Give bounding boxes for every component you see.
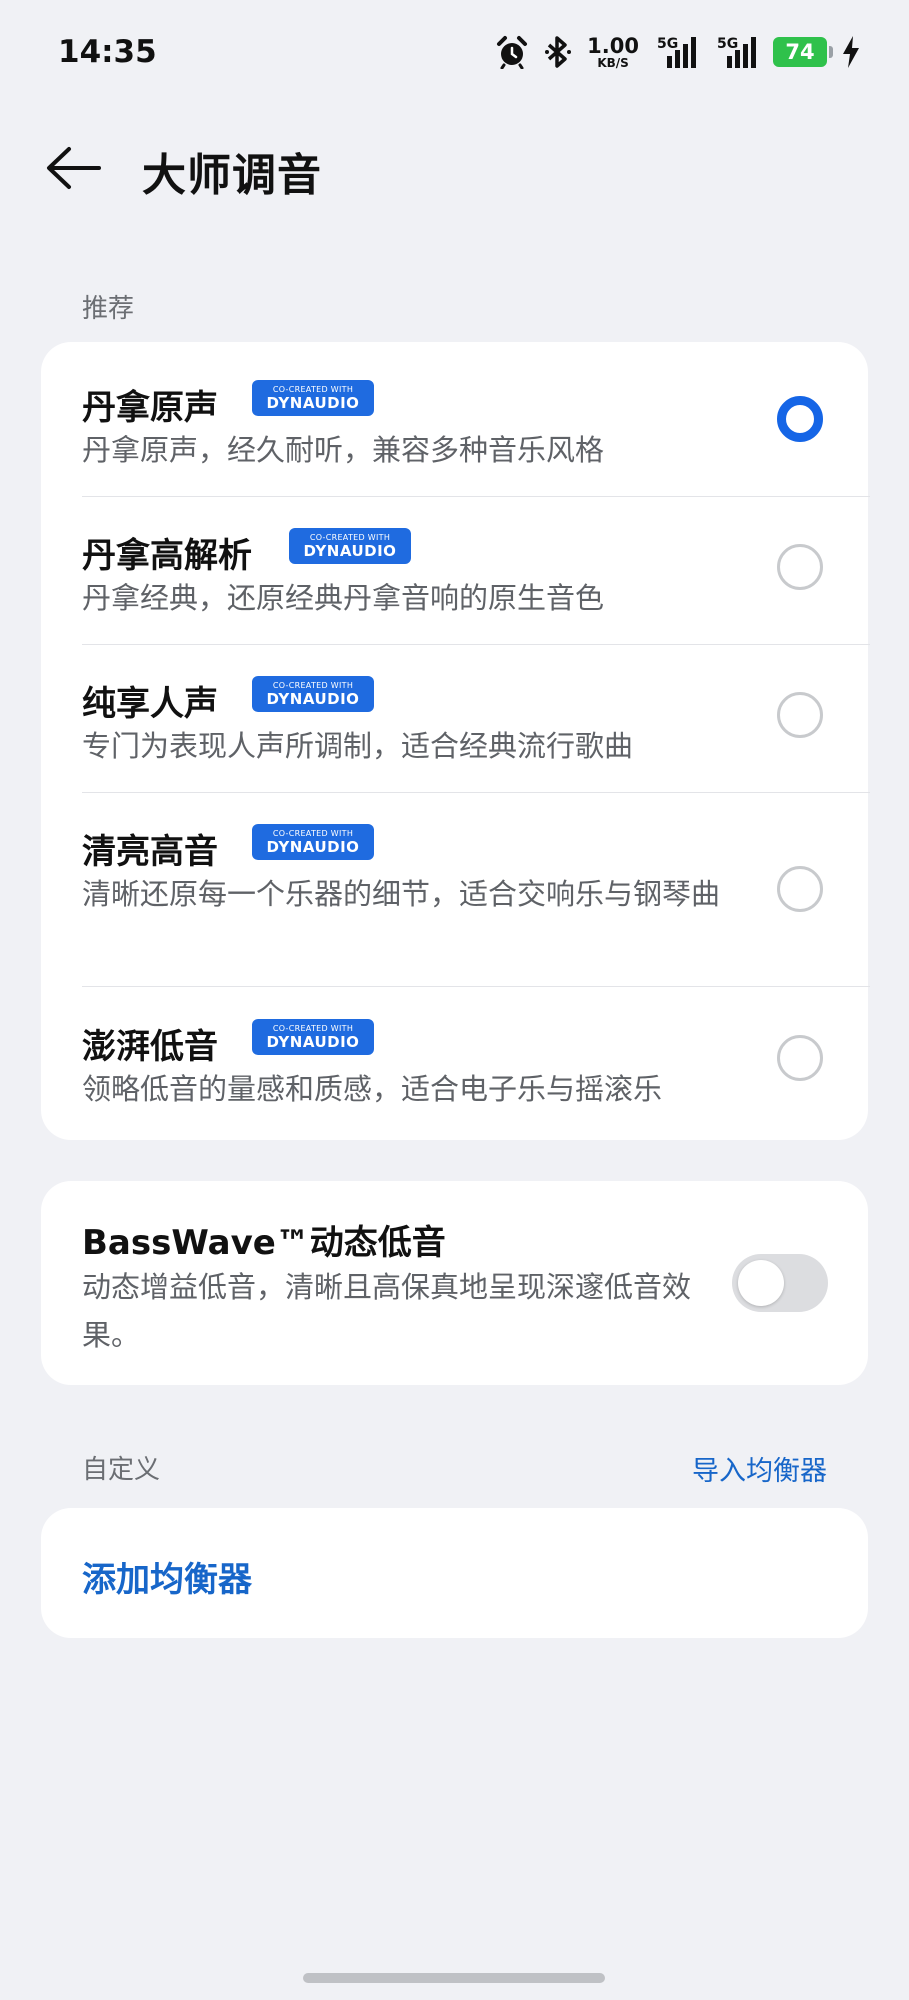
network-speed-value: 1.00 bbox=[587, 33, 639, 58]
dynaudio-badge: CO-CREATED WITH DYNAUDIO bbox=[252, 824, 374, 860]
recommended-card: 丹拿原声 CO-CREATED WITH DYNAUDIO 丹拿原声，经久耐听，… bbox=[41, 342, 870, 1140]
radio-button[interactable] bbox=[777, 544, 823, 590]
preset-title: 纯享人声 bbox=[82, 684, 218, 724]
basswave-desc: 动态增益低音，清晰且高保真地呈现深邃低音效果。 bbox=[82, 1270, 692, 1352]
badge-top-text: CO-CREATED WITH bbox=[272, 384, 354, 394]
signal-label: 5G bbox=[717, 36, 738, 52]
network-speed-unit: KB/S bbox=[597, 55, 629, 70]
page-title: 大师调音 bbox=[142, 150, 322, 201]
add-equalizer-card[interactable]: 添加均衡器 bbox=[41, 1508, 868, 1638]
toggle-knob bbox=[738, 1260, 784, 1306]
radio-button[interactable] bbox=[777, 866, 823, 912]
badge-top-text: CO-CREATED WITH bbox=[309, 532, 391, 542]
status-time: 14:35 bbox=[58, 34, 157, 70]
preset-title: 清亮高音 bbox=[82, 832, 218, 872]
radio-button[interactable] bbox=[777, 1035, 823, 1081]
signal-icon: 5G bbox=[717, 36, 756, 68]
preset-item-clear-treble[interactable]: 清亮高音 CO-CREATED WITH DYNAUDIO 清晰还原每一个乐器的… bbox=[41, 793, 868, 987]
battery-level: 74 bbox=[785, 40, 815, 64]
preset-desc: 领略低音的量感和质感，适合电子乐与摇滚乐 bbox=[82, 1072, 663, 1106]
add-equalizer-button[interactable]: 添加均衡器 bbox=[82, 1552, 252, 1601]
radio-button[interactable] bbox=[777, 692, 823, 738]
preset-title: 澎湃低音 bbox=[82, 1027, 218, 1067]
dynaudio-badge: CO-CREATED WITH DYNAUDIO bbox=[252, 676, 374, 712]
basswave-title: BassWave™动态低音 bbox=[82, 1223, 446, 1263]
basswave-card: BassWave™动态低音 动态增益低音，清晰且高保真地呈现深邃低音效果。 bbox=[41, 1181, 868, 1385]
badge-main-text: DYNAUDIO bbox=[266, 837, 360, 856]
preset-desc: 丹拿经典，还原经典丹拿音响的原生音色 bbox=[82, 581, 605, 615]
import-equalizer-link[interactable]: 导入均衡器 bbox=[692, 1449, 827, 1488]
preset-desc: 丹拿原声，经久耐听，兼容多种音乐风格 bbox=[82, 433, 605, 467]
preset-item-powerful-bass[interactable]: 澎湃低音 CO-CREATED WITH DYNAUDIO 领略低音的量感和质感… bbox=[41, 987, 868, 1140]
badge-top-text: CO-CREATED WITH bbox=[272, 1023, 354, 1033]
dynaudio-badge: CO-CREATED WITH DYNAUDIO bbox=[252, 380, 374, 416]
bluetooth-icon bbox=[545, 36, 572, 68]
status-icons: 1.00 KB/S 5G 5G 74 bbox=[495, 30, 861, 74]
section-label-custom: 自定义 bbox=[82, 1455, 161, 1485]
charging-icon bbox=[843, 36, 859, 68]
badge-top-text: CO-CREATED WITH bbox=[272, 828, 354, 838]
preset-title: 丹拿高解析 bbox=[82, 536, 252, 576]
dynaudio-badge: CO-CREATED WITH DYNAUDIO bbox=[252, 1019, 374, 1055]
preset-item-pure-vocal[interactable]: 纯享人声 CO-CREATED WITH DYNAUDIO 专门为表现人声所调制… bbox=[41, 645, 868, 793]
badge-top-text: CO-CREATED WITH bbox=[272, 680, 354, 690]
network-speed: 1.00 KB/S bbox=[587, 33, 639, 70]
back-button[interactable] bbox=[38, 140, 108, 196]
badge-main-text: DYNAUDIO bbox=[266, 689, 360, 708]
radio-button-selected[interactable] bbox=[777, 396, 823, 442]
preset-item-dynaudio-hires[interactable]: 丹拿高解析 CO-CREATED WITH DYNAUDIO 丹拿经典，还原经典… bbox=[41, 497, 868, 645]
preset-desc: 清晰还原每一个乐器的细节，适合交响乐与钢琴曲 bbox=[82, 877, 721, 911]
battery-cap bbox=[829, 46, 833, 58]
signal-icon: 5G bbox=[657, 36, 696, 68]
badge-main-text: DYNAUDIO bbox=[266, 1032, 360, 1051]
preset-title: 丹拿原声 bbox=[82, 388, 218, 428]
back-arrow-icon bbox=[47, 147, 101, 189]
status-bar: 14:35 1.00 KB/S 5G 5G 74 bbox=[0, 0, 909, 100]
basswave-toggle[interactable] bbox=[732, 1254, 828, 1312]
battery-icon: 74 bbox=[773, 37, 833, 67]
preset-item-dynaudio-original[interactable]: 丹拿原声 CO-CREATED WITH DYNAUDIO 丹拿原声，经久耐听，… bbox=[41, 342, 868, 497]
signal-label: 5G bbox=[657, 36, 678, 52]
section-label-recommended: 推荐 bbox=[82, 294, 135, 324]
alarm-icon bbox=[497, 36, 528, 69]
dynaudio-badge: CO-CREATED WITH DYNAUDIO bbox=[289, 528, 411, 564]
home-indicator[interactable] bbox=[303, 1973, 605, 1983]
preset-desc: 专门为表现人声所调制，适合经典流行歌曲 bbox=[82, 729, 634, 763]
badge-main-text: DYNAUDIO bbox=[266, 393, 360, 412]
badge-main-text: DYNAUDIO bbox=[303, 541, 397, 560]
